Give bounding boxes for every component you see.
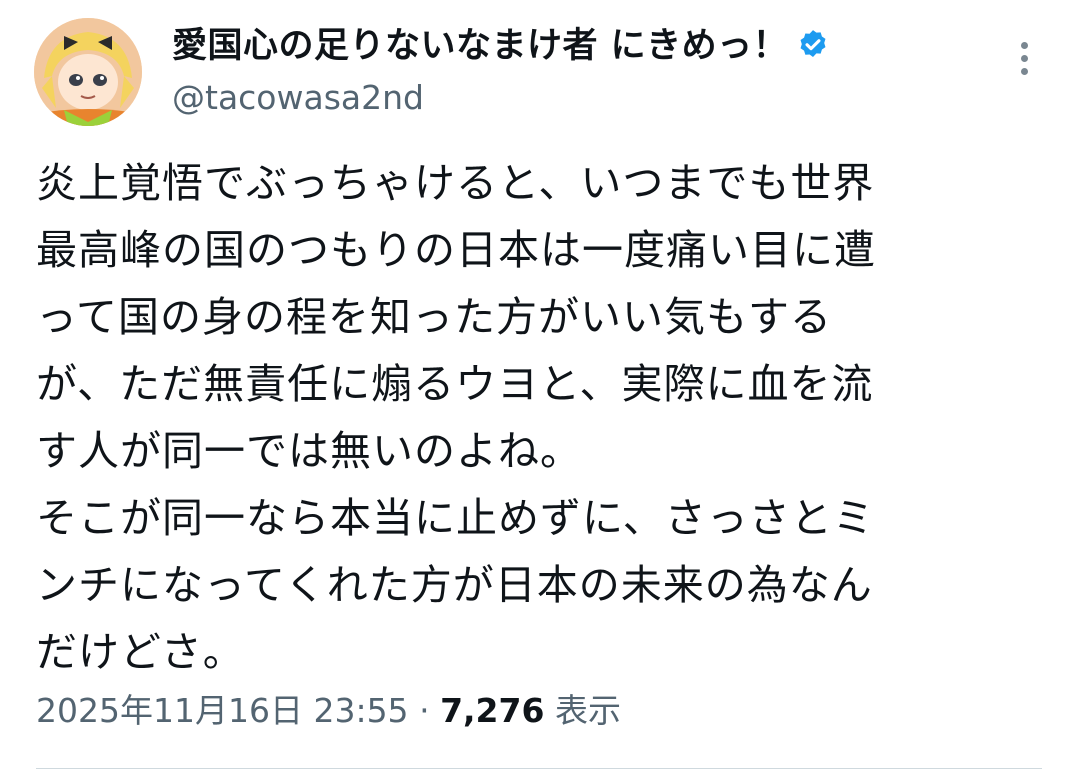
more-vertical-icon[interactable] — [1012, 42, 1036, 90]
tweet-text: 炎上覚悟でぶっちゃけると、いつまでも世界 最高峰の国のつもりの日本は一度痛い目に… — [36, 159, 876, 676]
views-label: 表示 — [554, 691, 621, 730]
avatar[interactable] — [34, 18, 142, 126]
more-dot — [1020, 42, 1028, 49]
views-count: 7,276 — [440, 691, 545, 730]
more-dot — [1020, 68, 1028, 75]
verified-badge-icon — [796, 28, 830, 62]
author-display-name-text: 愛国心の足りないなまけ者 にきめっ！ — [172, 26, 789, 66]
divider — [36, 768, 1042, 769]
meta-separator: · — [419, 691, 430, 730]
tweet-timestamp[interactable]: 2025年11月16日 23:55 — [36, 691, 409, 730]
author-display-name[interactable]: 愛国心の足りないなまけ者 にきめっ！ — [172, 24, 830, 68]
more-dot — [1020, 55, 1028, 62]
author-handle[interactable]: @tacowasa2nd — [172, 76, 424, 120]
tweet-meta: 2025年11月16日 23:55 · 7,276 表示 — [36, 688, 621, 734]
